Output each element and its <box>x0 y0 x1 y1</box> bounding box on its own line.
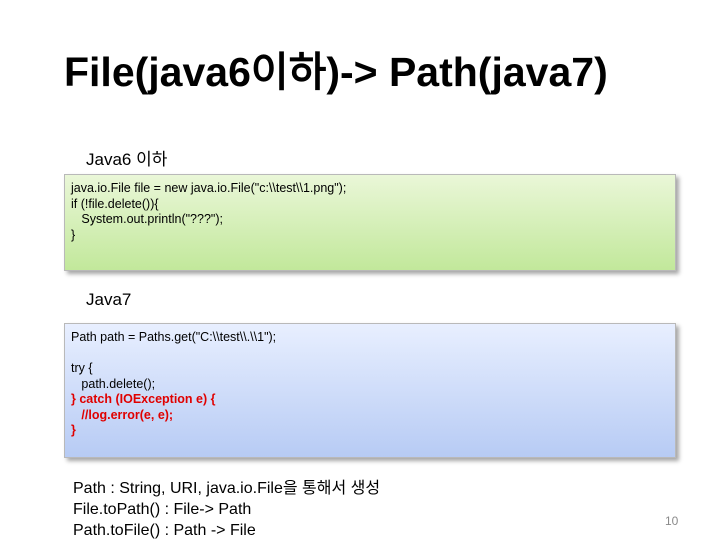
note-item: File.toPath() : File-> Path <box>73 501 252 518</box>
slide: File(java6이하)-> Path(java7) Java6 이하 jav… <box>0 0 728 546</box>
code-line: System.out.println("???"); <box>71 212 223 226</box>
code-line: } <box>71 227 76 242</box>
section-label-java6: Java6 이하 <box>86 150 168 169</box>
code-line: if (!file.delete()){ <box>71 196 159 211</box>
code-line: Path path = Paths.get("C:\\test\\.\\1"); <box>71 330 277 344</box>
code-line-highlighted: //log.error(e, e); <box>71 407 174 422</box>
code-line: java.io.File file = new java.io.File("c:… <box>71 181 347 195</box>
code-line-highlighted: } <box>71 423 76 437</box>
notes-list: Path : String, URI, java.io.File을 통해서 생성… <box>73 478 380 541</box>
section-label-java7: Java7 <box>86 290 132 309</box>
code-line-highlighted: } catch (IOException e) { <box>71 392 216 406</box>
code-block-java6: java.io.File file = new java.io.File("c:… <box>64 174 676 271</box>
page-number: 10 <box>665 514 679 528</box>
slide-title: File(java6이하)-> Path(java7) <box>64 49 608 95</box>
code-block-java7: Path path = Paths.get("C:\\test\\.\\1");… <box>64 323 676 458</box>
note-item: Path : String, URI, java.io.File을 통해서 생성 <box>73 480 381 497</box>
note-item: Path.toFile() : Path -> File <box>73 522 256 539</box>
code-line: path.delete(); <box>71 376 156 391</box>
code-line: try { <box>71 361 93 375</box>
